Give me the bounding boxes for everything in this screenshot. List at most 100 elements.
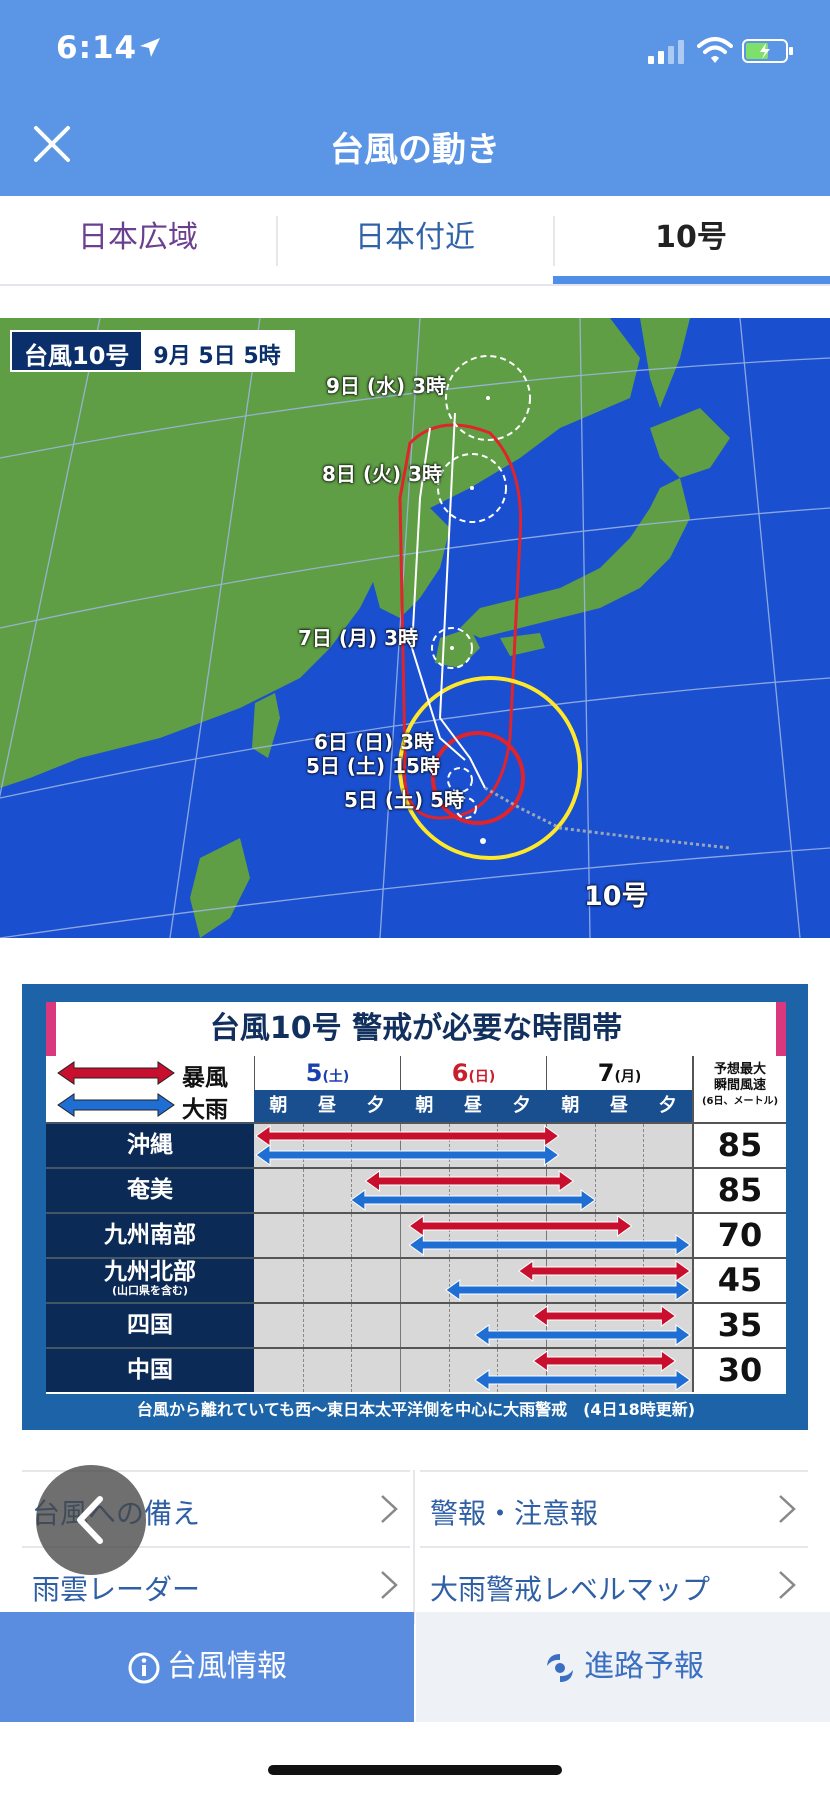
status-time: 6:14	[56, 30, 138, 66]
slot-evening: 夕	[512, 1095, 531, 1116]
max-gust-header-unit: (6日、メートル)	[701, 1096, 779, 1107]
legend: 暴風 大雨	[46, 1056, 254, 1123]
region-label: 四国	[46, 1302, 254, 1347]
title-accent	[46, 1002, 56, 1056]
chevron-left-icon	[77, 1496, 103, 1544]
max-gust-header-line1: 予想最大	[713, 1062, 766, 1077]
region-name: 九州南部	[104, 1222, 196, 1248]
timeline-cells	[254, 1167, 692, 1212]
slot-morning: 朝	[561, 1095, 580, 1116]
slot-morning: 朝	[269, 1095, 288, 1116]
bottom-tab-bar: 台風情報 進路予報	[0, 1612, 830, 1722]
title-accent	[776, 1002, 786, 1056]
time-slots: 朝 昼 夕	[546, 1090, 692, 1122]
typhoon-track-map: 台風10号 9月 5日 5時 9日 (水) 3時 8日 (火) 3時 7日 (月…	[0, 317, 830, 939]
region-name: 沖縄	[127, 1132, 173, 1158]
day-number: 7	[597, 1059, 615, 1087]
bottom-tab-track-forecast[interactable]: 進路予報	[416, 1612, 830, 1722]
slot-morning: 朝	[415, 1095, 434, 1116]
max-gust-value: 45	[692, 1257, 786, 1302]
storm-wind-bar	[517, 1260, 691, 1282]
heavy-rain-arrow-icon	[57, 1093, 175, 1117]
timeline-cells	[254, 1302, 692, 1347]
link-warnings-advisories[interactable]: 警報・注意報	[420, 1470, 808, 1546]
chevron-right-icon	[381, 1571, 398, 1599]
region-name: 奄美	[127, 1177, 173, 1203]
bottom-tab-label: 台風情報	[167, 1649, 287, 1684]
day-number: 6	[451, 1059, 469, 1087]
map-timestamp: 9月 5日 5時	[141, 332, 293, 370]
heavy-rain-bar	[444, 1279, 691, 1301]
slot-evening: 夕	[366, 1095, 385, 1116]
storm-wind-arrow-icon	[57, 1061, 175, 1085]
map-title-badge: 台風10号 9月 5日 5時	[10, 330, 295, 372]
heavy-rain-bar	[408, 1234, 691, 1256]
back-button[interactable]	[36, 1465, 146, 1575]
page-title: 台風の動き	[330, 130, 500, 170]
time-slots: 朝 昼 夕	[400, 1090, 546, 1122]
day-header-7: 7(月)	[546, 1056, 692, 1090]
warning-grid: 暴風 大雨 5(土) 6(日) 7(月) 朝 昼 夕 朝 昼 夕 朝 昼 夕 予…	[46, 1056, 786, 1394]
typhoon-icon	[547, 1653, 573, 1682]
map-label: 5日 (土) 15時	[306, 754, 440, 778]
link-label: 警報・注意報	[430, 1497, 599, 1530]
map-label: 5日 (土) 5時	[344, 788, 465, 812]
region-name: 九州北部	[104, 1259, 196, 1285]
link-label: 大雨警戒レベルマップ	[430, 1573, 711, 1606]
region-label: 奄美	[46, 1167, 254, 1212]
day-weekday: (土)	[322, 1069, 350, 1085]
day-weekday: (日)	[468, 1069, 496, 1085]
bottom-tab-typhoon-info[interactable]: 台風情報	[0, 1612, 414, 1722]
info-icon	[128, 1652, 160, 1683]
map-label: 7日 (月) 3時	[298, 626, 419, 650]
bottom-tab-label: 進路予報	[584, 1649, 704, 1684]
slot-noon: 昼	[610, 1095, 628, 1116]
max-gust-value: 85	[692, 1122, 786, 1167]
warning-arrows	[474, 1350, 691, 1391]
chevron-right-icon	[779, 1495, 796, 1523]
region-label: 中国	[46, 1347, 254, 1392]
warning-arrows	[408, 1215, 691, 1256]
home-indicator	[268, 1765, 562, 1775]
map-typhoon-label: 10号	[584, 881, 649, 912]
timeline-cells	[254, 1257, 692, 1302]
legend-rain-label: 大雨	[182, 1097, 228, 1123]
tab-japan-wide[interactable]: 日本広域	[0, 196, 276, 286]
heavy-rain-bar	[474, 1369, 691, 1391]
storm-wind-bar	[408, 1215, 633, 1237]
region-name: 四国	[127, 1312, 173, 1338]
storm-wind-bar	[255, 1125, 560, 1147]
max-gust-header-line2: 瞬間風速	[713, 1078, 766, 1093]
max-gust-value: 35	[692, 1302, 786, 1347]
region-label: 沖縄	[46, 1122, 254, 1167]
day-weekday: (月)	[614, 1069, 642, 1085]
legend-wind-label: 暴風	[182, 1065, 228, 1091]
storm-wind-bar	[364, 1170, 575, 1192]
map-label: 8日 (火) 3時	[322, 462, 443, 486]
slot-noon: 昼	[318, 1095, 336, 1116]
day-header-6: 6(日)	[400, 1056, 546, 1090]
region-tabs: 日本広域 日本付近 10号	[0, 196, 830, 286]
slot-noon: 昼	[464, 1095, 482, 1116]
region-note: (山口県を含む)	[111, 1284, 189, 1297]
location-arrow-icon	[140, 38, 160, 57]
warning-arrows	[444, 1260, 691, 1301]
tab-near-japan[interactable]: 日本付近	[277, 196, 553, 286]
region-label: 九州北部 (山口県を含む)	[46, 1257, 254, 1302]
storm-wind-bar	[532, 1305, 677, 1327]
max-gust-value: 85	[692, 1167, 786, 1212]
map-typhoon-name: 台風10号	[12, 332, 142, 370]
warning-timeline-panel: 台風10号 警戒が必要な時間帯 暴風 大雨 5(土) 6(日) 7(月) 朝 昼…	[22, 984, 808, 1430]
day-header-5: 5(土)	[254, 1056, 400, 1090]
links-divider	[413, 1470, 415, 1624]
heavy-rain-bar	[474, 1324, 691, 1346]
warning-footnote: 台風から離れていても西〜東日本太平洋側を中心に大雨警戒 (4日18時更新)	[136, 1400, 696, 1419]
map-label: 9日 (水) 3時	[326, 374, 447, 398]
slot-evening: 夕	[658, 1095, 677, 1116]
warning-arrows	[350, 1170, 596, 1211]
tab-typhoon-10[interactable]: 10号	[553, 196, 829, 286]
time-slots: 朝 昼 夕	[254, 1090, 400, 1122]
storm-wind-bar	[532, 1350, 677, 1372]
chevron-right-icon	[381, 1495, 398, 1523]
link-heavy-rain-level-map[interactable]: 大雨警戒レベルマップ	[420, 1546, 808, 1622]
